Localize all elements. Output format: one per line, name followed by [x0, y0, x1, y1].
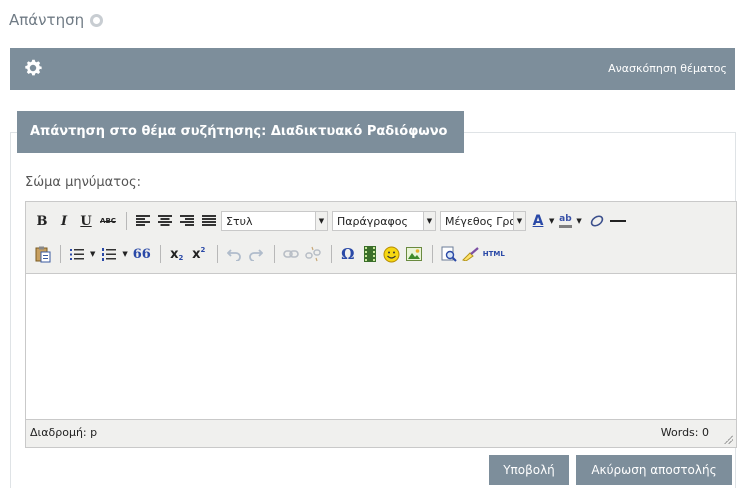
align-right-icon[interactable]	[177, 210, 197, 232]
superscript-letter: x	[192, 246, 201, 262]
align-left-icon[interactable]	[133, 210, 153, 232]
chevron-down-icon[interactable]: ▼	[90, 250, 95, 258]
underline-button[interactable]: U	[76, 210, 96, 232]
help-icon[interactable]	[90, 13, 104, 27]
align-center-icon[interactable]	[155, 210, 175, 232]
toolbar-separator	[159, 245, 161, 263]
message-body-label: Σώμα μηνύματος:	[25, 175, 141, 190]
toolbar-separator	[273, 245, 275, 263]
format-select-value: Παράγραφος	[337, 214, 408, 228]
chevron-down-icon[interactable]: ▼	[122, 250, 127, 258]
preview-icon[interactable]	[439, 243, 459, 265]
chevron-down-icon: ▼	[423, 212, 435, 230]
italic-button[interactable]: I	[54, 210, 74, 232]
emoticon-icon[interactable]	[382, 243, 402, 265]
eraser-icon[interactable]	[586, 210, 606, 232]
toolbar-separator	[126, 212, 127, 230]
media-icon[interactable]	[360, 243, 380, 265]
style-select[interactable]: Στυλ ▼	[221, 211, 328, 231]
redo-icon[interactable]	[246, 243, 266, 265]
rich-text-editor: B I U ABC Στυλ ▼ Παράγραφος ▼ Μέγεθος Γρ…	[25, 201, 737, 448]
bold-button[interactable]: B	[32, 210, 52, 232]
html-source-button[interactable]: HTML	[483, 243, 505, 265]
special-character-icon[interactable]: Ω	[338, 243, 358, 265]
horizontal-rule-icon[interactable]	[608, 210, 628, 232]
editor-toolbar-row-2: ▼ ▼ 66 x2 x2 Ω HTML	[32, 242, 507, 266]
cleanup-icon[interactable]	[461, 243, 481, 265]
subscript-icon[interactable]: x2	[167, 243, 187, 265]
page-title-text: Απάντηση	[9, 11, 85, 29]
superscript-icon[interactable]: x2	[189, 243, 209, 265]
style-select-value: Στυλ	[226, 214, 253, 228]
editor-text-area[interactable]	[26, 273, 736, 420]
toolbar-separator	[60, 245, 61, 263]
format-select[interactable]: Παράγραφος ▼	[332, 211, 436, 231]
toolbar-separator	[431, 245, 433, 263]
editor-toolbar-row-1: B I U ABC Στυλ ▼ Παράγραφος ▼ Μέγεθος Γρ…	[32, 209, 630, 233]
editor-element-path: Διαδρομή: p	[30, 426, 98, 439]
paste-icon[interactable]	[32, 243, 52, 265]
text-color-icon: A	[532, 213, 544, 229]
align-justify-icon[interactable]	[199, 210, 219, 232]
editor-word-count: Words: 0	[660, 426, 709, 439]
highlight-color-button[interactable]: ab	[557, 210, 573, 232]
gear-icon[interactable]	[22, 57, 44, 79]
highlight-color-icon: ab	[559, 214, 572, 228]
chevron-down-icon[interactable]: ▼	[549, 217, 554, 225]
reply-form-title: Απάντηση στο θέμα συζήτησης: Διαδικτυακό…	[17, 111, 464, 153]
subscript-letter: x	[170, 246, 179, 262]
chevron-down-icon: ▼	[513, 212, 525, 230]
unlink-icon[interactable]	[303, 243, 323, 265]
chevron-down-icon[interactable]: ▼	[576, 217, 581, 225]
top-bar: Ανασκόπηση θέματος	[10, 48, 735, 90]
link-icon[interactable]	[281, 243, 301, 265]
toolbar-separator	[216, 245, 218, 263]
numbered-list-icon[interactable]	[99, 243, 119, 265]
chevron-down-icon: ▼	[315, 212, 327, 230]
text-color-button[interactable]: A	[530, 210, 546, 232]
submit-button[interactable]: Υποβολή	[489, 455, 569, 485]
font-size-select[interactable]: Μέγεθος Γραμμ ▼	[440, 211, 526, 231]
strikethrough-button[interactable]: ABC	[98, 210, 118, 232]
bullet-list-icon[interactable]	[67, 243, 87, 265]
toolbar-separator	[330, 245, 332, 263]
topic-overview-link[interactable]: Ανασκόπηση θέματος	[608, 62, 727, 75]
font-size-select-value: Μέγεθος Γραμμ	[445, 214, 513, 228]
resize-handle-icon[interactable]	[723, 434, 733, 444]
blockquote-icon[interactable]: 66	[132, 243, 152, 265]
cancel-button[interactable]: Ακύρωση αποστολής	[576, 455, 732, 485]
image-icon[interactable]	[404, 243, 424, 265]
undo-icon[interactable]	[224, 243, 244, 265]
page-title: Απάντηση	[9, 11, 104, 29]
